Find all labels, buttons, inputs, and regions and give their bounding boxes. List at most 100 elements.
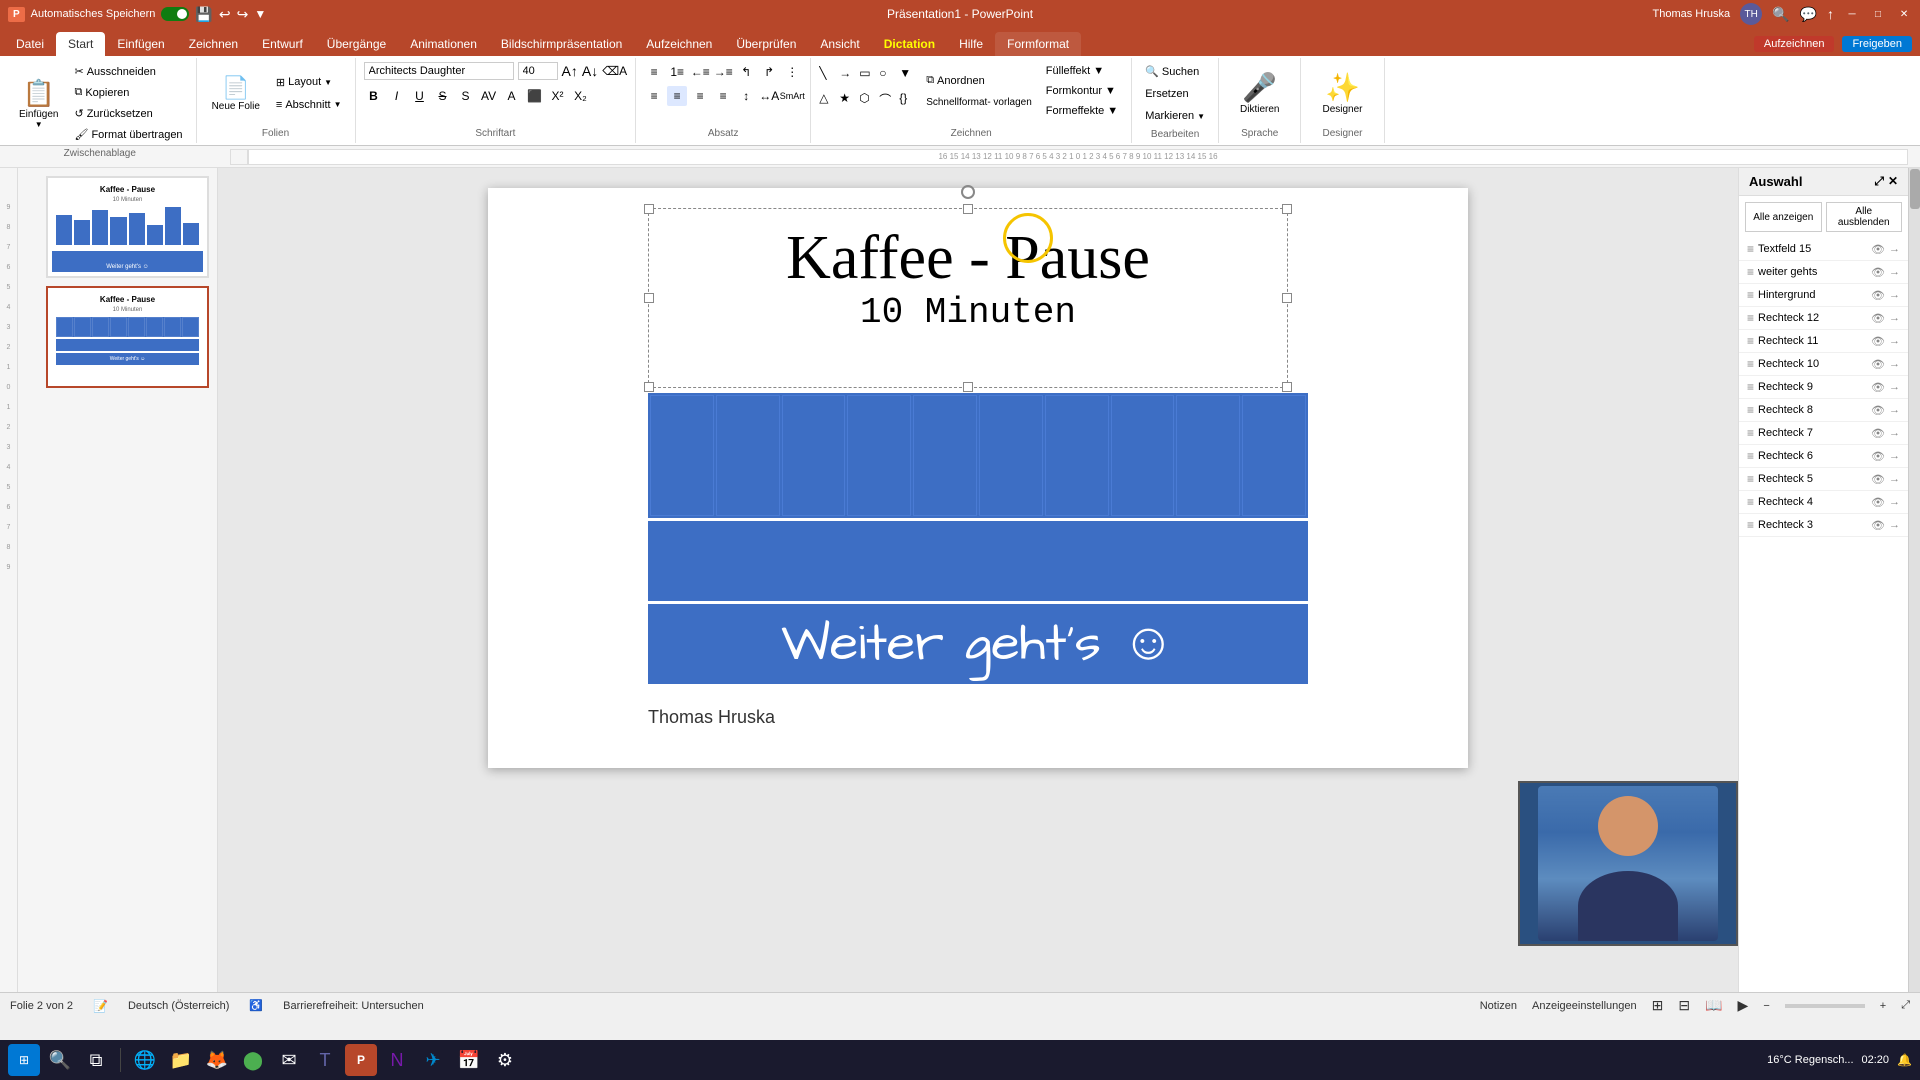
hide-all-button[interactable]: Alle ausblenden [1826,202,1903,232]
layer-eye-11[interactable]: 👁 [1871,496,1885,509]
tab-uebergaenge[interactable]: Übergänge [315,32,398,56]
tab-animationen[interactable]: Animationen [398,32,489,56]
layer-eye-12[interactable]: 👁 [1871,519,1885,532]
outline-button[interactable]: Formkontur▼ [1041,82,1123,100]
rotate-handle[interactable] [961,185,975,199]
tab-zeichnen[interactable]: Zeichnen [177,32,250,56]
freigeben-header-btn[interactable]: Freigeben [1842,36,1912,52]
section-button[interactable]: ≡ Abschnitt ▼ [271,96,347,114]
redo-icon[interactable]: ↪ [237,6,249,23]
layer-item-1[interactable]: ≡ weiter gehts 👁 → [1739,261,1908,284]
text-box-selected[interactable]: Kaffee - Pause 10 Minuten [648,208,1288,388]
layer-eye-9[interactable]: 👁 [1871,450,1885,463]
align-right-btn[interactable]: ≡ [690,86,710,106]
format-painter-button[interactable]: 🖌 Format übertragen [69,125,187,144]
share-icon[interactable]: ↑ [1827,6,1834,22]
line-spacing-btn[interactable]: ↕ [736,86,756,106]
shape-hex[interactable]: ⬡ [859,91,877,117]
align-center-btn[interactable]: ≡ [667,86,687,106]
layer-eye-3[interactable]: 👁 [1871,312,1885,325]
copy-button[interactable]: ⧉ Kopieren [69,83,187,102]
layer-eye-10[interactable]: 👁 [1871,473,1885,486]
handle-bottom-left[interactable] [644,382,654,392]
font-size-input[interactable] [518,62,558,80]
shape-arrow[interactable]: → [839,66,857,89]
maximize-btn[interactable]: □ [1870,6,1886,22]
layer-arrow-6[interactable]: → [1889,381,1900,393]
highlight-btn[interactable]: ⬛ [525,86,545,106]
shape-brace[interactable]: {} [899,91,917,117]
panel-expand-icon[interactable]: ⤢ [1874,174,1884,189]
effects-button[interactable]: Formeffekte▼ [1041,102,1123,120]
slide-subtitle[interactable]: 10 Minuten [649,292,1287,333]
layer-arrow-3[interactable]: → [1889,312,1900,324]
file-explorer-btn[interactable]: 📁 [165,1044,197,1076]
vertical-scrollbar[interactable] [1908,168,1920,992]
handle-top-mid[interactable] [963,204,973,214]
select-button[interactable]: Markieren ▼ [1140,107,1210,125]
layer-item-9[interactable]: ≡ Rechteck 6 👁 → [1739,445,1908,468]
layer-arrow-7[interactable]: → [1889,404,1900,416]
layer-eye-1[interactable]: 👁 [1871,266,1885,279]
layer-arrow-10[interactable]: → [1889,473,1900,485]
shape-line[interactable]: ╲ [819,66,837,89]
rtl-btn[interactable]: ↰ [736,62,756,82]
tab-ansicht[interactable]: Ansicht [808,32,871,56]
text-direction-btn[interactable]: ↔A [759,86,779,106]
layer-item-12[interactable]: ≡ Rechteck 3 👁 → [1739,514,1908,537]
layer-eye-8[interactable]: 👁 [1871,427,1885,440]
shape-circle[interactable]: ○ [879,66,897,89]
search-taskbar-btn[interactable]: 🔍 [44,1044,76,1076]
font-grow-icon[interactable]: A↑ [562,63,578,79]
layer-eye-2[interactable]: 👁 [1871,289,1885,302]
layer-eye-0[interactable]: 👁 [1871,243,1885,256]
arrange-button[interactable]: ⧉ Anordnen [921,71,1037,90]
fit-page-btn[interactable]: ⤢ [1901,999,1910,1012]
firefox-btn[interactable]: 🦊 [201,1044,233,1076]
bullet-list-btn[interactable]: ≡ [644,62,664,82]
handle-right-mid[interactable] [1282,293,1292,303]
font-shrink-icon[interactable]: A↓ [582,63,598,79]
settings-btn[interactable]: ⚙ [489,1044,521,1076]
layer-arrow-11[interactable]: → [1889,496,1900,508]
more-btn[interactable]: ▼ [254,7,266,21]
layer-eye-6[interactable]: 👁 [1871,381,1885,394]
handle-top-right[interactable] [1282,204,1292,214]
view-normal-icon[interactable]: ⊞ [1652,997,1664,1014]
layer-item-3[interactable]: ≡ Rechteck 12 👁 → [1739,307,1908,330]
chrome-btn[interactable]: ⬤ [237,1044,269,1076]
notes-btn[interactable]: Notizen [1480,1000,1517,1012]
slide-thumbnail-1[interactable]: Kaffee - Pause 10 Minuten Weiter geht's … [46,176,209,278]
tab-dictation[interactable]: Dictation [872,32,947,56]
layer-eye-7[interactable]: 👁 [1871,404,1885,417]
minimize-btn[interactable]: ─ [1844,6,1860,22]
tab-formformat[interactable]: Formformat [995,32,1081,56]
outlook-btn[interactable]: ✉ [273,1044,305,1076]
shape-rect[interactable]: ▭ [859,66,877,89]
handle-bottom-mid[interactable] [963,382,973,392]
columns-btn[interactable]: ⋮ [782,62,802,82]
layer-arrow-8[interactable]: → [1889,427,1900,439]
dictate-button[interactable]: 🎤 Diktieren [1227,63,1292,123]
edge-browser-btn[interactable]: 🌐 [129,1044,161,1076]
shape-more[interactable]: ▼ [899,66,917,89]
tab-datei[interactable]: Datei [4,32,56,56]
autosave-toggle[interactable] [161,7,189,21]
canvas-area[interactable]: Kaffee - Pause 10 Minuten [218,168,1738,992]
layer-item-5[interactable]: ≡ Rechteck 10 👁 → [1739,353,1908,376]
replace-button[interactable]: Ersetzen [1140,85,1210,103]
shape-tri[interactable]: △ [819,91,837,117]
close-btn[interactable]: ✕ [1896,6,1912,22]
slide-main-title[interactable]: Kaffee - Pause [649,209,1287,292]
tab-entwurf[interactable]: Entwurf [250,32,315,56]
comments-icon[interactable]: 💬 [1800,6,1817,23]
layer-arrow-2[interactable]: → [1889,289,1900,301]
layer-item-2[interactable]: ≡ Hintergrund 👁 → [1739,284,1908,307]
start-btn[interactable]: ⊞ [8,1044,40,1076]
tab-hilfe[interactable]: Hilfe [947,32,995,56]
view-reading-icon[interactable]: 📖 [1705,997,1722,1014]
language-status[interactable]: Deutsch (Österreich) [128,1000,229,1012]
handle-top-left[interactable] [644,204,654,214]
layer-eye-5[interactable]: 👁 [1871,358,1885,371]
subscript-button[interactable]: X₂ [571,86,591,106]
